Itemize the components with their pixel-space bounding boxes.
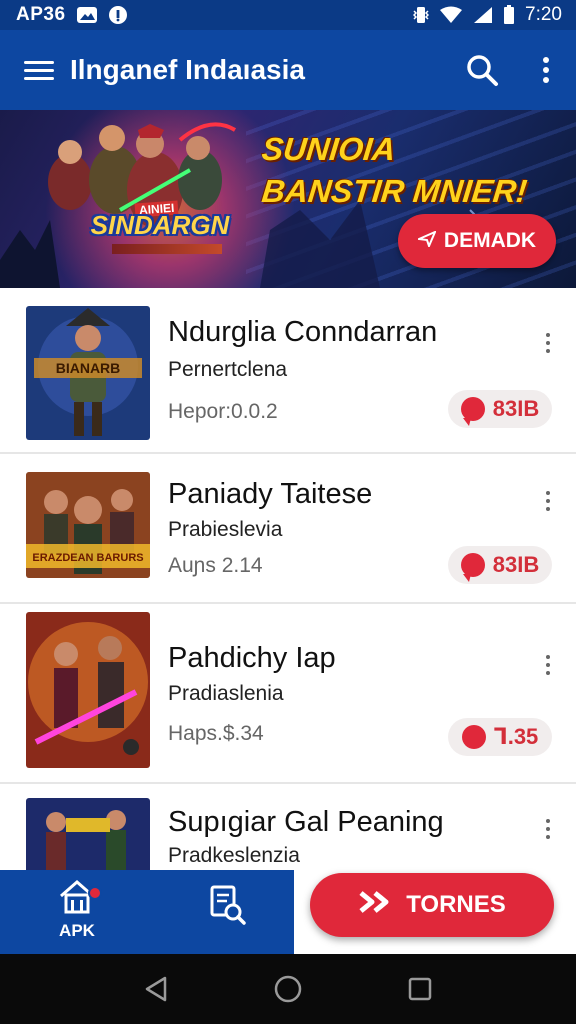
app-meta: Auɲs 2.14 xyxy=(168,554,263,577)
bottom-nav: APK TORNES xyxy=(0,870,576,954)
app-name: Supıgiar Gal Peaning xyxy=(168,806,444,838)
app-screen: AP36 7:20 Ilnganef Indaıasia SUNIOIA BAN… xyxy=(0,0,576,1024)
search-icon[interactable] xyxy=(460,48,504,92)
app-meta: Haps.$.34 xyxy=(168,722,264,745)
chat-bubble-icon xyxy=(460,553,485,582)
app-developer: Pernertclena xyxy=(168,358,288,381)
bottom-nav-panel: APK xyxy=(0,870,294,954)
more-vert-icon[interactable] xyxy=(538,486,558,516)
tornes-fab-button[interactable]: TORNES xyxy=(310,873,554,937)
more-vert-icon[interactable] xyxy=(538,328,558,358)
banner-logo: SINDARGN xyxy=(90,210,230,240)
app-thumbnail xyxy=(26,612,150,768)
doc-search-icon[interactable] xyxy=(206,884,250,928)
banner-headline-line2: BANSTIR MNIER! xyxy=(260,173,529,209)
app-developer: Prabieslevia xyxy=(168,518,283,541)
signal-icon xyxy=(473,6,493,24)
nav-home-label: APK xyxy=(59,921,95,940)
fab-label: TORNES xyxy=(406,891,506,918)
banner-headline: SUNIOIA BANSTIR MNIER! xyxy=(260,128,529,212)
list-item[interactable]: BIANARB Ndurglia Conndarran Pernertclena… xyxy=(0,288,576,454)
app-title: Ilnganef Indaıasia xyxy=(70,54,305,85)
app-name: Ndurglia Conndarran xyxy=(168,316,438,348)
status-time: 7:20 xyxy=(525,4,562,25)
status-left: AP36 xyxy=(16,4,128,26)
nav-home-button[interactable]: APK xyxy=(40,878,114,948)
app-thumbnail: ERAZDEAN BARURS xyxy=(26,472,150,578)
list-item[interactable]: Supıgiar Gal Peaning Pradkeslenzia xyxy=(0,784,576,874)
app-bar: Ilnganef Indaıasia xyxy=(0,30,576,110)
more-vert-icon[interactable] xyxy=(538,814,558,844)
thumb-caption: BIANARB xyxy=(56,360,121,376)
status-carrier-text: AP36 xyxy=(16,4,66,25)
record-icon xyxy=(461,725,486,749)
battery-icon xyxy=(503,5,515,25)
info-icon xyxy=(108,5,128,25)
notification-dot xyxy=(88,886,102,900)
app-thumbnail xyxy=(26,798,150,874)
banner-logo-ribbon xyxy=(112,244,222,254)
chat-bubble-icon xyxy=(460,397,485,426)
promo-banner[interactable]: SUNIOIA BANSTIR MNIER! AINIEI SINDARGN D… xyxy=(0,110,576,288)
menu-icon[interactable] xyxy=(24,55,54,85)
more-vert-icon[interactable] xyxy=(538,650,558,680)
banner-cta-button[interactable]: DEMADK xyxy=(398,214,556,268)
list-item[interactable]: Pahdichy Iap Pradiaslenia Haps.$.34 Ꞁ.35 xyxy=(0,604,576,784)
download-badge-label: Ꞁ.35 xyxy=(493,724,539,749)
app-meta: Hepor:0.0.2 xyxy=(168,400,278,423)
banner-cta-label: DEMADK xyxy=(443,229,537,252)
app-developer: Pradiaslenia xyxy=(168,682,284,705)
image-icon xyxy=(76,6,98,24)
status-bar: AP36 7:20 xyxy=(0,0,576,30)
double-chevron-icon xyxy=(358,890,392,921)
download-badge-label: 83IB xyxy=(492,552,540,577)
download-badge-label: 83IB xyxy=(492,396,540,421)
vibrate-icon xyxy=(413,5,430,25)
more-vert-icon[interactable] xyxy=(534,48,558,92)
wifi-icon xyxy=(439,6,463,24)
app-thumbnail: BIANARB xyxy=(26,306,150,440)
app-name: Paniady Taitese xyxy=(168,478,373,510)
thumb-caption: ERAZDEAN BARURS xyxy=(32,552,143,564)
download-badge[interactable]: Ꞁ.35 xyxy=(448,718,552,756)
back-icon[interactable] xyxy=(136,969,176,1009)
download-badge[interactable]: 83IB xyxy=(448,390,552,428)
banner-headline-line1: SUNIOIA xyxy=(260,131,398,167)
list-item[interactable]: ERAZDEAN BARURS Paniady Taitese Prabiesl… xyxy=(0,454,576,604)
status-right: 7:20 xyxy=(413,4,562,26)
app-developer: Pradkeslenzia xyxy=(168,844,300,867)
system-nav-bar xyxy=(0,954,576,1024)
recents-icon[interactable] xyxy=(400,969,440,1009)
send-icon xyxy=(415,229,437,253)
app-name: Pahdichy Iap xyxy=(168,642,336,674)
download-badge[interactable]: 83IB xyxy=(448,546,552,584)
home-circle-icon[interactable] xyxy=(268,969,308,1009)
